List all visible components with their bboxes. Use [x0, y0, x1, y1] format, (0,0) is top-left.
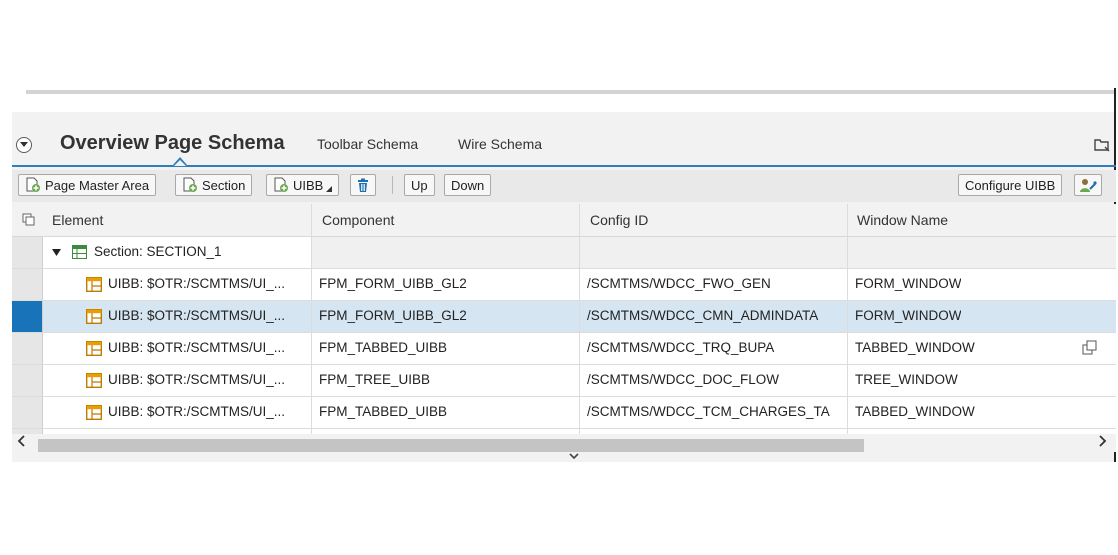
empty-cell — [847, 237, 1116, 268]
top-divider — [26, 90, 1116, 94]
delete-button[interactable] — [350, 174, 376, 196]
column-divider — [579, 204, 580, 437]
table-row-section[interactable]: Section: SECTION_1 — [12, 237, 1116, 269]
window-name-cell: TABBED_WINDOW — [855, 404, 975, 419]
component-cell: FPM_TABBED_UIBB — [319, 404, 448, 419]
column-header-window-name[interactable]: Window Name — [857, 212, 948, 228]
empty-cell — [579, 237, 847, 268]
uibb-label: UIBB — [293, 177, 324, 193]
row-selector[interactable] — [12, 365, 43, 396]
schema-tabbar: Overview Page Schema Toolbar Schema Wire… — [12, 122, 1116, 168]
column-divider — [311, 204, 312, 437]
table-row[interactable]: UIBB: $OTR:/SCMTMS/UI_... FPM_TREE_UIBB … — [12, 365, 1116, 397]
add-page-icon — [274, 177, 288, 192]
overview-page-schema-panel: Overview Page Schema Toolbar Schema Wire… — [12, 78, 1116, 462]
row-selector[interactable] — [12, 333, 43, 364]
schema-toolbar: Page Master Area Section UIBB Up Down Co… — [12, 170, 1116, 202]
add-section-button[interactable]: Section — [175, 174, 253, 196]
component-cell: FPM_FORM_UIBB_GL2 — [319, 276, 467, 291]
tab-toolbar-schema[interactable]: Toolbar Schema — [317, 136, 418, 152]
down-button[interactable]: Down — [444, 174, 492, 196]
toolbar-separator — [392, 176, 393, 194]
uibb-icon — [86, 309, 102, 324]
uibb-icon — [86, 373, 102, 388]
section-label: Section: SECTION_1 — [94, 244, 222, 259]
window-name-cell: TREE_WINDOW — [855, 372, 958, 387]
expand-arrow-icon[interactable] — [52, 249, 61, 256]
element-cell[interactable]: UIBB: $OTR:/SCMTMS/UI_... — [108, 404, 304, 419]
configure-uibb-label: Configure UIBB — [965, 177, 1056, 193]
column-header-element[interactable]: Element — [52, 212, 103, 228]
config-id-cell: /SCMTMS/WDCC_FWO_GEN — [587, 276, 771, 291]
uibb-icon — [86, 341, 102, 356]
column-header-component[interactable]: Component — [322, 212, 394, 228]
window-name-cell: FORM_WINDOW — [855, 308, 962, 323]
column-divider — [847, 204, 848, 437]
element-cell[interactable]: UIBB: $OTR:/SCMTMS/UI_... — [108, 276, 304, 291]
dropdown-corner-icon — [326, 186, 333, 192]
config-id-cell: /SCMTMS/WDCC_CMN_ADMINDATA — [587, 308, 819, 323]
tab-overview-page-schema[interactable]: Overview Page Schema — [60, 132, 285, 155]
configure-uibb-button[interactable]: Configure UIBB — [958, 174, 1063, 196]
element-cell[interactable]: UIBB: $OTR:/SCMTMS/UI_... — [108, 340, 304, 355]
table-row[interactable]: UIBB: $OTR:/SCMTMS/UI_... FPM_FORM_UIBB_… — [12, 269, 1116, 301]
personalize-button[interactable] — [1074, 174, 1102, 196]
add-page-icon — [183, 177, 197, 192]
table-row[interactable]: UIBB: $OTR:/SCMTMS/UI_... FPM_TABBED_UIB… — [12, 397, 1116, 429]
add-page-icon — [26, 177, 40, 192]
uibb-icon — [86, 277, 102, 292]
window-name-cell: FORM_WINDOW — [855, 276, 962, 291]
config-id-cell: /SCMTMS/WDCC_TRQ_BUPA — [587, 340, 775, 355]
page-master-area-button[interactable]: Page Master Area — [18, 174, 157, 196]
row-selector[interactable] — [12, 397, 43, 428]
popout-icon[interactable] — [1082, 340, 1098, 361]
add-uibb-button[interactable]: UIBB — [266, 174, 340, 196]
config-id-cell: /SCMTMS/WDCC_DOC_FLOW — [587, 372, 779, 387]
element-cell[interactable]: UIBB: $OTR:/SCMTMS/UI_... — [108, 372, 304, 387]
table-row[interactable]: UIBB: $OTR:/SCMTMS/UI_... FPM_FORM_UIBB_… — [12, 301, 1116, 333]
uibb-icon — [86, 405, 102, 420]
down-label: Down — [451, 177, 485, 193]
collapse-icon — [20, 142, 28, 147]
folder-icon[interactable] — [1094, 138, 1110, 157]
top-area — [12, 78, 1116, 112]
tab-wire-schema[interactable]: Wire Schema — [458, 136, 542, 152]
component-cell: FPM_TABBED_UIBB — [319, 340, 448, 355]
section-label: Section — [202, 177, 246, 193]
component-cell: FPM_FORM_UIBB_GL2 — [319, 308, 467, 323]
table-row[interactable]: UIBB: $OTR:/SCMTMS/UI_... FPM_TABBED_UIB… — [12, 333, 1116, 365]
scrollbar-thumb[interactable] — [38, 439, 864, 452]
scroll-left-icon[interactable] — [16, 434, 26, 453]
collapse-button[interactable] — [16, 137, 32, 153]
config-id-cell: /SCMTMS/WDCC_TCM_CHARGES_TA — [587, 404, 830, 419]
scroll-right-icon[interactable] — [1098, 434, 1108, 453]
window-name-cell: TABBED_WINDOW — [855, 340, 975, 355]
page-master-area-label: Page Master Area — [45, 177, 150, 193]
row-selector[interactable] — [12, 269, 43, 300]
row-selector[interactable] — [12, 301, 43, 332]
element-cell[interactable]: UIBB: $OTR:/SCMTMS/UI_... — [108, 308, 304, 323]
up-button[interactable]: Up — [404, 174, 435, 196]
table-header: Element Component Config ID Window Name — [12, 204, 1116, 237]
component-cell: FPM_TREE_UIBB — [319, 372, 431, 387]
up-label: Up — [411, 177, 428, 193]
row-selector[interactable] — [12, 237, 43, 268]
empty-cell — [311, 237, 579, 268]
active-tab-caret-inner — [174, 160, 186, 166]
expand-down-icon[interactable] — [569, 446, 579, 462]
column-chooser-icon[interactable] — [22, 213, 36, 232]
column-header-config-id[interactable]: Config ID — [590, 212, 648, 228]
section-icon — [72, 245, 87, 259]
horizontal-scrollbar[interactable] — [12, 434, 1116, 460]
personalize-icon — [1080, 179, 1097, 192]
trash-icon — [358, 178, 368, 192]
